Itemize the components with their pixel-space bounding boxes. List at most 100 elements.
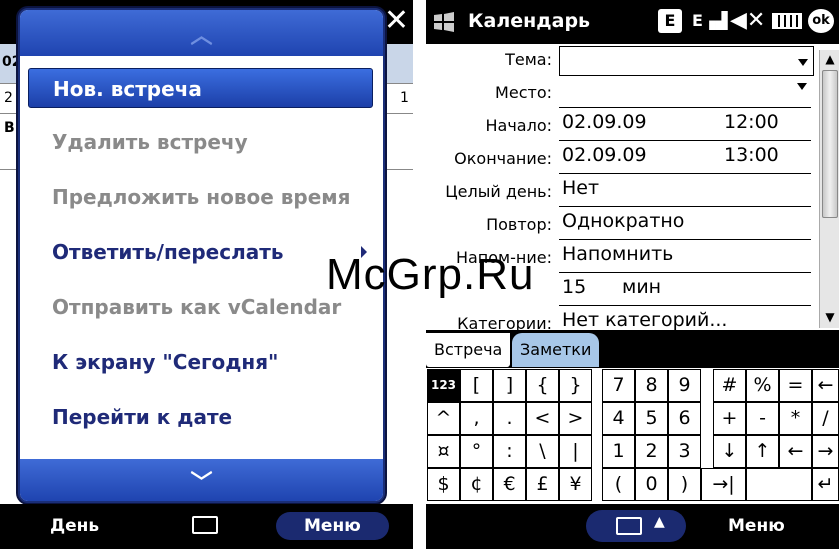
key[interactable]: [: [460, 369, 493, 402]
key[interactable]: |: [559, 435, 592, 468]
softkey-day[interactable]: День: [50, 516, 99, 536]
key[interactable]: ↓: [713, 435, 746, 468]
end-label: Окончание:: [454, 149, 552, 168]
key[interactable]: €: [493, 468, 526, 501]
key[interactable]: ¤: [427, 435, 460, 468]
key-tab[interactable]: →|: [701, 468, 746, 501]
windows-start-icon[interactable]: [432, 10, 456, 34]
menu-item-label: Удалить встречу: [52, 130, 248, 154]
key[interactable]: +: [713, 402, 746, 435]
reminder-value[interactable]: Напомнить: [562, 243, 673, 265]
menu-item-propose-time[interactable]: Предложить новое время: [28, 177, 373, 217]
end-date[interactable]: 02.09.09: [562, 144, 647, 166]
volume-muted-icon[interactable]: ◀✕: [730, 9, 765, 33]
key[interactable]: 3: [668, 435, 701, 468]
key[interactable]: <: [526, 402, 559, 435]
menu-item-go-to-date[interactable]: Перейти к дате: [28, 397, 373, 437]
end-time[interactable]: 13:00: [724, 144, 779, 166]
key[interactable]: -: [746, 402, 779, 435]
key[interactable]: ←: [779, 435, 812, 468]
key[interactable]: 7: [602, 369, 635, 402]
start-label: Начало:: [485, 116, 553, 135]
tab-strip: Встреча Заметки: [426, 330, 839, 368]
start-date[interactable]: 02.09.09: [562, 111, 647, 133]
scroll-down-icon[interactable]: ▼: [823, 310, 837, 324]
repeat-row[interactable]: Повтор: Однократно: [426, 209, 821, 242]
menu-item-label: Нов. встреча: [53, 77, 202, 101]
categories-value[interactable]: Нет категорий...: [562, 309, 727, 331]
menu-scroll-up[interactable]: ︿: [20, 10, 383, 56]
scroll-up-icon[interactable]: ▲: [823, 52, 837, 66]
key-backspace[interactable]: ←: [812, 369, 839, 402]
key[interactable]: :: [493, 435, 526, 468]
key[interactable]: (: [602, 468, 635, 501]
ok-icon[interactable]: ok: [808, 9, 834, 33]
allday-value[interactable]: Нет: [562, 177, 599, 199]
key-space[interactable]: [746, 468, 812, 501]
key-123[interactable]: 123: [427, 369, 460, 402]
key[interactable]: 8: [635, 369, 668, 402]
start-time[interactable]: 12:00: [724, 111, 779, 133]
allday-row[interactable]: Целый день: Нет: [426, 176, 821, 209]
bg-cell: 1: [400, 90, 409, 106]
key[interactable]: →: [812, 435, 839, 468]
battery-icon: [772, 13, 802, 29]
reminder-amount[interactable]: 15: [562, 276, 586, 298]
repeat-value[interactable]: Однократно: [562, 210, 684, 232]
key[interactable]: {: [526, 369, 559, 402]
menu-item-label: К экрану "Сегодня": [52, 350, 279, 374]
key[interactable]: }: [559, 369, 592, 402]
key[interactable]: £: [526, 468, 559, 501]
reminder-unit[interactable]: мин: [622, 276, 661, 298]
menu-item-label: Отправить как vCalendar: [52, 295, 342, 319]
key[interactable]: 5: [635, 402, 668, 435]
key[interactable]: \: [526, 435, 559, 468]
subject-row: Тема:: [426, 44, 821, 77]
tab-notes[interactable]: Заметки: [512, 333, 600, 367]
close-icon[interactable]: ✕: [384, 6, 409, 36]
menu-item-send-vcalendar[interactable]: Отправить как vCalendar: [28, 287, 373, 327]
key[interactable]: =: [779, 369, 812, 402]
edge-signal-label: E: [692, 11, 703, 30]
key[interactable]: ¢: [460, 468, 493, 501]
menu-item-reply-forward[interactable]: Ответить/переслать: [28, 232, 373, 272]
menu-item-delete-appointment[interactable]: Удалить встречу: [28, 122, 373, 162]
key[interactable]: ^: [427, 402, 460, 435]
key[interactable]: ¥: [559, 468, 592, 501]
key[interactable]: >: [559, 402, 592, 435]
start-row[interactable]: Начало: 02.09.09 12:00: [426, 110, 821, 143]
key[interactable]: ↑: [746, 435, 779, 468]
end-row[interactable]: Окончание: 02.09.09 13:00: [426, 143, 821, 176]
right-title-bar: Календарь E E▗▟ ◀✕ ok: [426, 0, 839, 44]
key[interactable]: 1: [602, 435, 635, 468]
key[interactable]: ,: [460, 402, 493, 435]
tab-appointment[interactable]: Встреча: [426, 333, 511, 367]
caret-up-icon[interactable]: ▲: [654, 514, 665, 530]
key[interactable]: #: [713, 369, 746, 402]
keyboard-icon[interactable]: [192, 516, 218, 534]
key[interactable]: .: [493, 402, 526, 435]
key[interactable]: 4: [602, 402, 635, 435]
key[interactable]: ]: [493, 369, 526, 402]
key[interactable]: /: [812, 402, 839, 435]
key[interactable]: 2: [635, 435, 668, 468]
softkey-menu[interactable]: Меню: [728, 516, 785, 536]
key[interactable]: 0: [635, 468, 668, 501]
menu-scroll-down[interactable]: ﹀: [20, 459, 383, 501]
key-enter[interactable]: ↵: [812, 468, 839, 501]
key[interactable]: °: [460, 435, 493, 468]
form-scrollbar[interactable]: ▲ ▼: [819, 50, 839, 328]
location-row[interactable]: Место:: [426, 77, 821, 110]
key[interactable]: ): [668, 468, 701, 501]
subject-combo[interactable]: [559, 46, 814, 76]
keyboard-icon[interactable]: [616, 517, 642, 535]
key[interactable]: *: [779, 402, 812, 435]
key[interactable]: 9: [668, 369, 701, 402]
softkey-menu[interactable]: Меню: [276, 512, 389, 540]
key[interactable]: $: [427, 468, 460, 501]
key[interactable]: %: [746, 369, 779, 402]
scrollbar-thumb[interactable]: [822, 70, 838, 218]
key[interactable]: 6: [668, 402, 701, 435]
menu-item-new-appointment[interactable]: Нов. встреча: [28, 68, 373, 108]
menu-item-today-screen[interactable]: К экрану "Сегодня": [28, 342, 373, 382]
